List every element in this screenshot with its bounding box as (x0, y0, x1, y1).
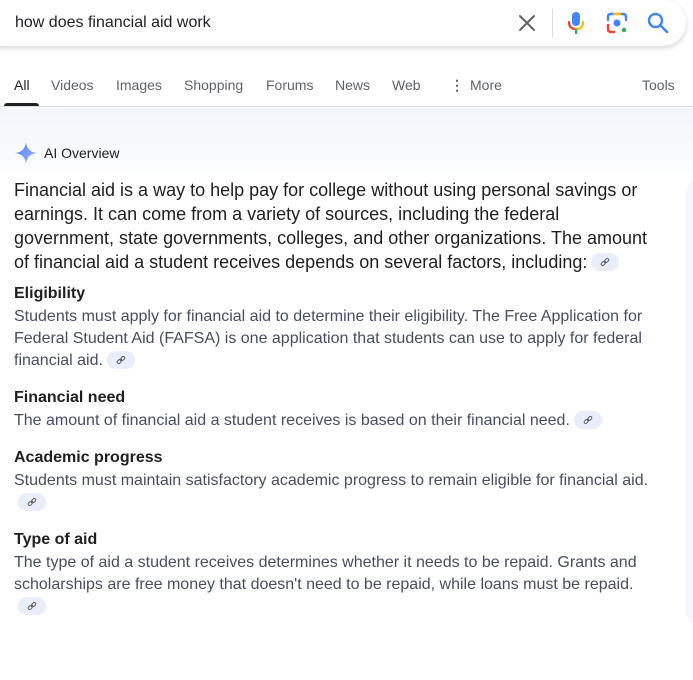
section-text: The type of aid a student receives deter… (14, 554, 637, 593)
google-search-page: how does financial aid work All Videos I… (0, 0, 693, 680)
link-icon (583, 415, 593, 424)
close-icon (519, 15, 535, 31)
section-body: Students must maintain satisfactory acad… (14, 470, 654, 514)
ai-section-financial-need: Financial need The amount of financial a… (14, 386, 654, 432)
tab-shopping[interactable]: Shopping (184, 77, 243, 93)
link-icon (27, 601, 37, 610)
search-icon (647, 12, 669, 34)
ai-overview-content: Financial aid is a way to help pay for c… (14, 178, 654, 632)
section-title: Financial need (14, 389, 126, 406)
summary-text: Financial aid is a way to help pay for c… (14, 180, 648, 272)
tab-more-label: More (470, 77, 502, 93)
active-tab-indicator (4, 103, 39, 106)
search-bar[interactable]: how does financial aid work (0, 0, 686, 46)
search-submit-button[interactable] (645, 10, 671, 36)
voice-search-button[interactable] (564, 10, 588, 36)
ai-overview-panel: AI Overview Financial aid is a way to he… (0, 108, 693, 680)
citation-link-button[interactable] (18, 596, 46, 615)
google-lens-button[interactable] (604, 10, 630, 36)
link-icon (27, 497, 37, 506)
section-title: Eligibility (14, 285, 86, 302)
tab-videos[interactable]: Videos (51, 77, 94, 93)
section-text: The amount of financial aid a student re… (14, 412, 570, 429)
search-bar-divider (552, 9, 553, 37)
sources-side-panel[interactable] (686, 179, 693, 625)
tab-forums[interactable]: Forums (266, 77, 313, 93)
citation-link-button[interactable] (573, 410, 602, 429)
microphone-icon (567, 12, 585, 34)
clear-search-button[interactable] (515, 11, 539, 35)
link-icon (601, 258, 610, 267)
google-lens-icon (606, 12, 628, 34)
tab-images[interactable]: Images (116, 77, 162, 93)
section-body: The type of aid a student receives deter… (14, 552, 654, 618)
citation-link-button[interactable] (106, 350, 135, 369)
gemini-sparkle-icon (15, 142, 37, 164)
tab-more[interactable]: ⋮ More (450, 77, 502, 94)
tab-news[interactable]: News (335, 77, 370, 93)
vertical-dots-icon: ⋮ (450, 77, 464, 93)
ai-overview-header: AI Overview (14, 141, 119, 165)
section-title: Type of aid (14, 531, 98, 548)
ai-section-eligibility: Eligibility Students must apply for fina… (14, 282, 654, 372)
section-body: Students must apply for financial aid to… (14, 306, 654, 372)
ai-overview-title: AI Overview (44, 145, 120, 161)
search-input[interactable]: how does financial aid work (15, 14, 211, 32)
citation-link-button[interactable] (591, 253, 620, 272)
link-icon (116, 355, 126, 364)
ai-section-academic-progress: Academic progress Students must maintain… (14, 446, 654, 514)
tab-web[interactable]: Web (392, 77, 421, 93)
ai-section-type-of-aid: Type of aid The type of aid a student re… (14, 528, 654, 618)
search-tabs: All Videos Images Shopping Forums News W… (0, 64, 693, 107)
ai-overview-summary: Financial aid is a way to help pay for c… (14, 178, 654, 274)
citation-link-button[interactable] (18, 492, 46, 511)
tab-all[interactable]: All (14, 77, 30, 93)
section-body: The amount of financial aid a student re… (14, 410, 654, 432)
tools-button[interactable]: Tools (642, 77, 675, 93)
section-title: Academic progress (14, 449, 163, 466)
section-text: Students must maintain satisfactory acad… (14, 472, 649, 489)
